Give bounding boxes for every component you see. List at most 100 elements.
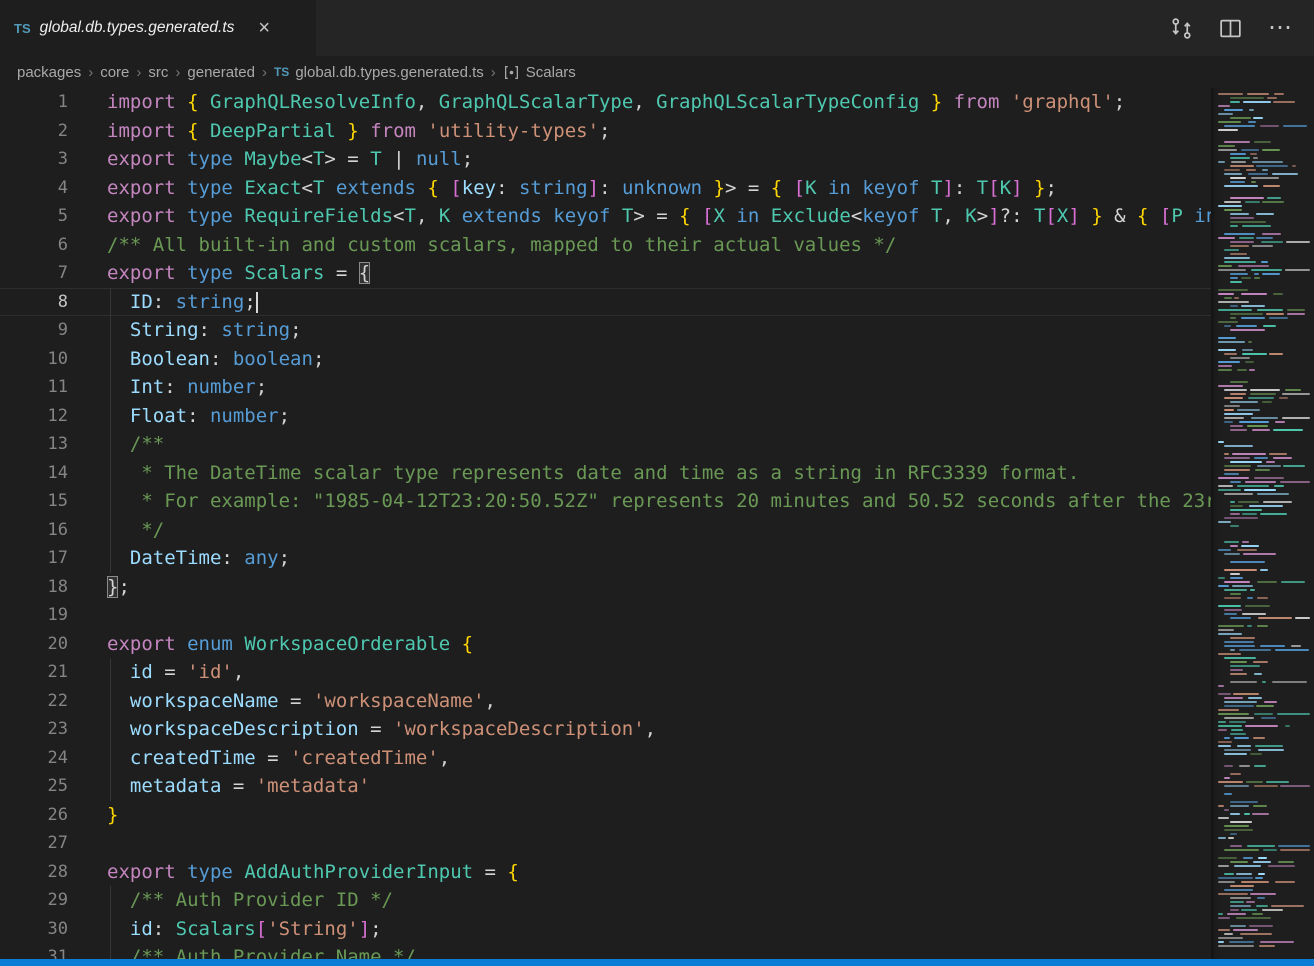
code-token: 'createdTime' xyxy=(290,747,439,769)
indent-guide xyxy=(110,544,111,573)
minimap-line xyxy=(1217,197,1310,199)
code-token xyxy=(416,120,427,142)
indent-guide xyxy=(110,430,111,459)
code-line-20[interactable]: 20export enum WorkspaceOrderable { xyxy=(0,630,1211,659)
code-line-10[interactable]: 10 Boolean: boolean; xyxy=(0,345,1211,374)
code-line-6[interactable]: 6/** All built-in and custom scalars, ma… xyxy=(0,231,1211,260)
code-line-12[interactable]: 12 Float: number; xyxy=(0,402,1211,431)
minimap-line xyxy=(1217,581,1310,583)
code-token xyxy=(176,120,187,142)
minimap-line xyxy=(1217,221,1310,223)
code-token: { xyxy=(187,91,198,113)
minimap-line xyxy=(1217,465,1310,467)
code-token: export xyxy=(107,861,176,883)
code-line-28[interactable]: 28export type AddAuthProviderInput = { xyxy=(0,858,1211,887)
code-line-11[interactable]: 11 Int: number; xyxy=(0,373,1211,402)
code-line-21[interactable]: 21 id = 'id', xyxy=(0,658,1211,687)
line-number: 17 xyxy=(0,544,68,573)
line-number: 14 xyxy=(0,459,68,488)
code-editor[interactable]: 1import { GraphQLResolveInfo, GraphQLSca… xyxy=(0,88,1211,959)
minimap-line xyxy=(1217,237,1310,239)
code-token: { xyxy=(187,120,198,142)
minimap-line xyxy=(1217,481,1310,483)
code-line-17[interactable]: 17 DateTime: any; xyxy=(0,544,1211,573)
breadcrumb-item-scalars[interactable]: Scalars xyxy=(503,64,576,81)
code-token: string xyxy=(221,319,290,341)
minimap-line xyxy=(1217,673,1310,675)
code-line-23[interactable]: 23 workspaceDescription = 'workspaceDesc… xyxy=(0,715,1211,744)
code-line-5[interactable]: 5export type RequireFields<T, K extends … xyxy=(0,202,1211,231)
code-token: K xyxy=(439,205,450,227)
minimap-line xyxy=(1217,853,1310,855)
minimap-line xyxy=(1217,837,1310,839)
code-text: }; xyxy=(68,573,1211,602)
editor-tab[interactable]: TS global.db.types.generated.ts × xyxy=(0,0,316,56)
split-editor-icon[interactable] xyxy=(1219,17,1242,40)
code-line-27[interactable]: 27 xyxy=(0,829,1211,858)
code-token: Scalars xyxy=(244,262,324,284)
code-line-2[interactable]: 2import { DeepPartial } from 'utility-ty… xyxy=(0,117,1211,146)
code-token: : xyxy=(164,376,187,398)
code-line-25[interactable]: 25 metadata = 'metadata' xyxy=(0,772,1211,801)
code-token: = xyxy=(256,747,290,769)
minimap[interactable] xyxy=(1211,88,1314,959)
code-line-26[interactable]: 26} xyxy=(0,801,1211,830)
code-token: T xyxy=(622,205,633,227)
code-token: id xyxy=(130,661,153,683)
code-token: key xyxy=(462,177,496,199)
code-text: id = 'id', xyxy=(68,658,1211,687)
more-actions-icon[interactable]: ⋯ xyxy=(1268,16,1292,40)
editor-actions: ⋯ xyxy=(1170,0,1314,56)
code-line-1[interactable]: 1import { GraphQLResolveInfo, GraphQLSca… xyxy=(0,88,1211,117)
minimap-line xyxy=(1217,357,1310,359)
line-number: 16 xyxy=(0,516,68,545)
code-line-30[interactable]: 30 id: Scalars['String']; xyxy=(0,915,1211,944)
code-line-22[interactable]: 22 workspaceName = 'workspaceName', xyxy=(0,687,1211,716)
code-token: , xyxy=(416,91,439,113)
code-token: String xyxy=(130,319,199,341)
code-token: T xyxy=(931,205,942,227)
code-line-4[interactable]: 4export type Exact<T extends { [key: str… xyxy=(0,174,1211,203)
code-line-3[interactable]: 3export type Maybe<T> = T | null; xyxy=(0,145,1211,174)
close-tab-icon[interactable]: × xyxy=(253,17,275,39)
breadcrumb-item-global-db-types-generated-ts[interactable]: TSglobal.db.types.generated.ts xyxy=(274,64,484,81)
minimap-line xyxy=(1217,513,1310,515)
code-text: export type Scalars = { xyxy=(68,259,1211,288)
code-token xyxy=(176,861,187,883)
code-line-8[interactable]: 8 ID: string; xyxy=(0,288,1211,317)
minimap-line xyxy=(1217,541,1310,543)
minimap-line xyxy=(1217,941,1310,943)
minimap-line xyxy=(1217,425,1310,427)
code-line-24[interactable]: 24 createdTime = 'createdTime', xyxy=(0,744,1211,773)
breadcrumb-item-generated[interactable]: generated xyxy=(187,64,255,81)
code-token: [ xyxy=(988,177,999,199)
minimap-line xyxy=(1217,645,1310,647)
code-token: : xyxy=(187,405,210,427)
minimap-line xyxy=(1217,477,1310,479)
compare-changes-icon[interactable] xyxy=(1170,17,1193,40)
code-line-14[interactable]: 14 * The DateTime scalar type represents… xyxy=(0,459,1211,488)
breadcrumb-item-packages[interactable]: packages xyxy=(17,64,81,81)
code-line-16[interactable]: 16 */ xyxy=(0,516,1211,545)
code-line-19[interactable]: 19 xyxy=(0,601,1211,630)
code-line-9[interactable]: 9 String: string; xyxy=(0,316,1211,345)
minimap-line xyxy=(1217,781,1310,783)
code-line-7[interactable]: 7export type Scalars = { xyxy=(0,259,1211,288)
code-line-15[interactable]: 15 * For example: "1985-04-12T23:20:50.5… xyxy=(0,487,1211,516)
indent-guide xyxy=(110,715,111,744)
code-token: type xyxy=(187,177,233,199)
code-token: = xyxy=(279,690,313,712)
code-line-18[interactable]: 18}; xyxy=(0,573,1211,602)
code-token xyxy=(176,148,187,170)
breadcrumb-item-src[interactable]: src xyxy=(148,64,168,81)
minimap-line xyxy=(1217,665,1310,667)
code-line-29[interactable]: 29 /** Auth Provider ID */ xyxy=(0,886,1211,915)
code-token: } xyxy=(107,804,118,826)
code-token: AddAuthProviderInput xyxy=(244,861,473,883)
code-line-31[interactable]: 31 /** Auth Provider Name */ xyxy=(0,943,1211,959)
breadcrumb-item-core[interactable]: core xyxy=(100,64,129,81)
code-token: , xyxy=(942,205,965,227)
code-line-13[interactable]: 13 /** xyxy=(0,430,1211,459)
code-token: type xyxy=(187,262,233,284)
code-token: { xyxy=(427,177,438,199)
